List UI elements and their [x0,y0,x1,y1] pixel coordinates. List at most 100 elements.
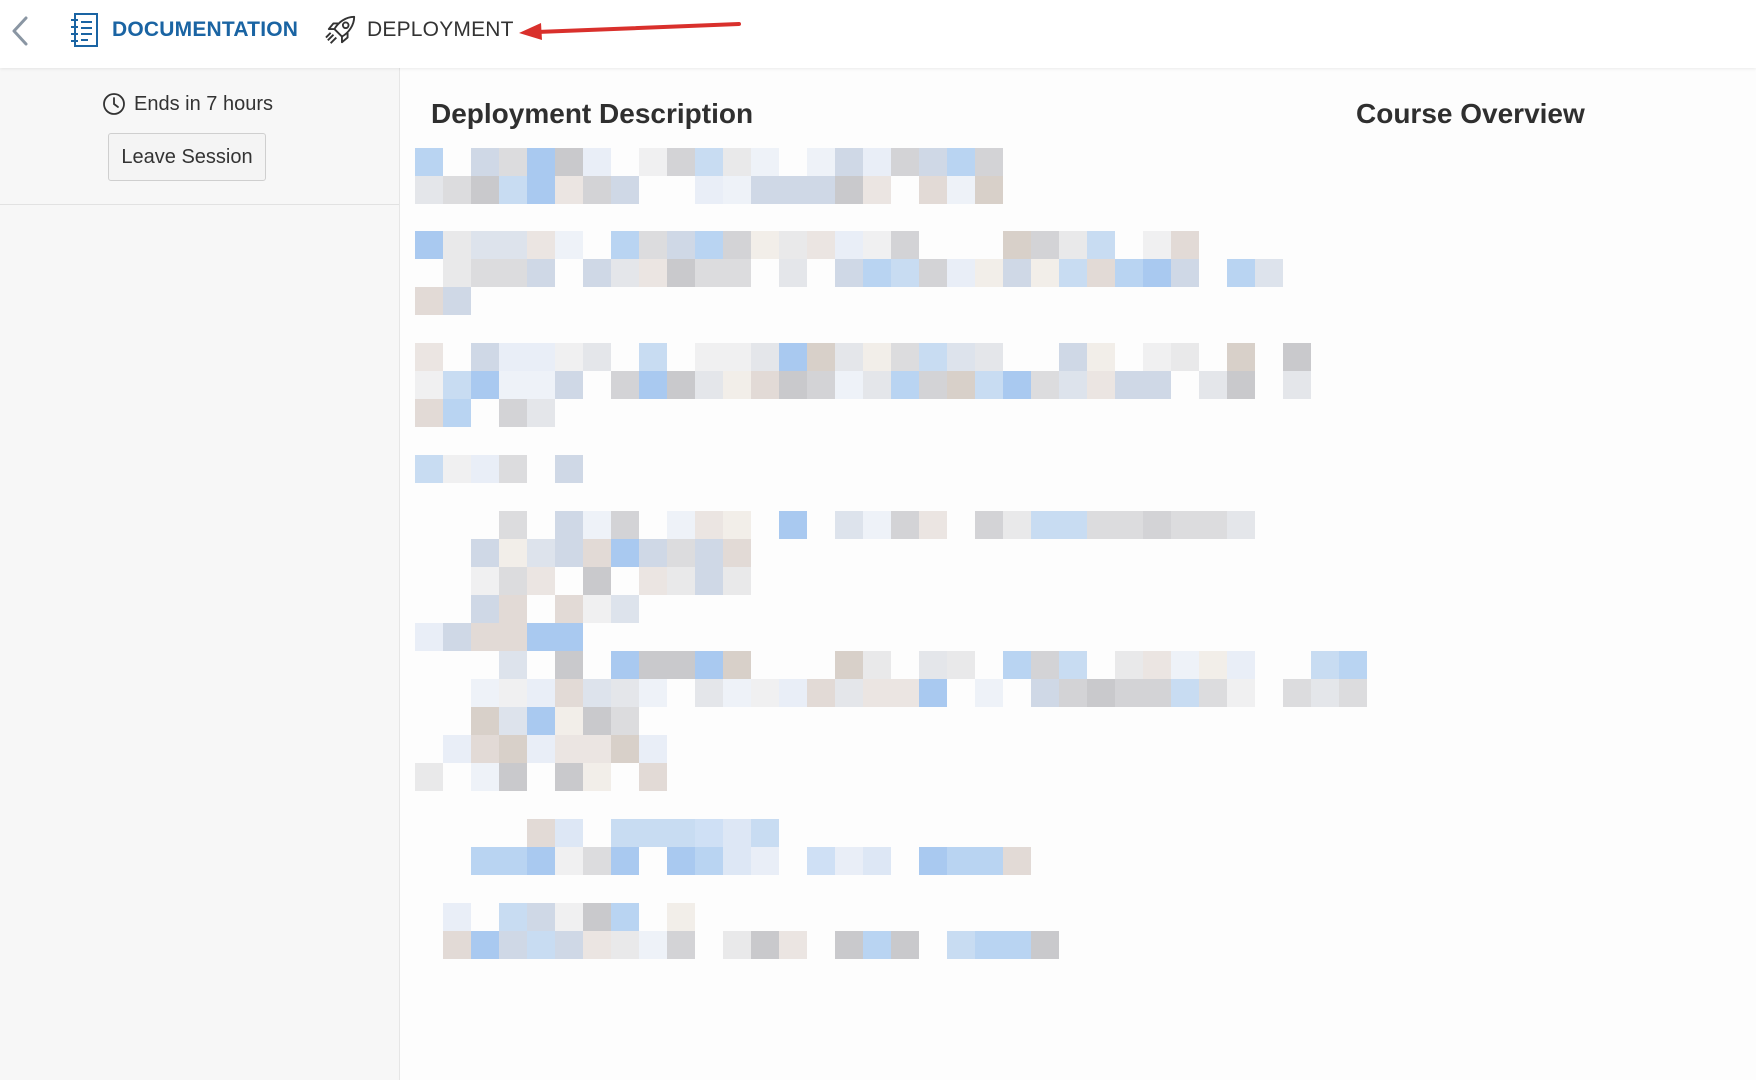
redacted-pixel [751,931,779,959]
redacted-pixel [639,679,667,707]
redacted-pixel [527,259,555,287]
tab-deployment[interactable]: DEPLOYMENT [325,12,514,48]
redacted-pixel [639,651,667,679]
redacted-pixel [471,148,499,176]
back-button[interactable] [6,14,34,48]
redacted-pixel [555,735,583,763]
redacted-pixel [667,539,695,567]
redacted-pixel [1115,651,1143,679]
redacted-pixel [443,735,471,763]
redacted-pixel [723,371,751,399]
redacted-pixel [919,259,947,287]
redacted-pixel [415,623,443,651]
redacted-pixel [555,903,583,931]
redacted-pixel [1031,231,1059,259]
redacted-pixel [723,931,751,959]
redacted-pixel [527,707,555,735]
redacted-pixel [695,679,723,707]
redacted-pixel [527,847,555,875]
redacted-pixel [471,735,499,763]
redacted-pixel [779,371,807,399]
redacted-pixel [443,287,471,315]
redacted-pixel [1087,511,1115,539]
redacted-pixel [667,148,695,176]
redacted-pixel [891,511,919,539]
redacted-pixel [415,148,443,176]
redacted-pixel [639,231,667,259]
redacted-pixel [583,176,611,204]
redacted-pixel [639,343,667,371]
redacted-pixel [415,455,443,483]
redacted-pixel [863,176,891,204]
redacted-pixel [1227,679,1255,707]
redacted-pixel [415,399,443,427]
redacted-pixel [555,511,583,539]
rocket-icon [325,12,357,48]
redacted-pixel [1143,259,1171,287]
redacted-pixel [751,679,779,707]
tab-documentation[interactable]: DOCUMENTATION [70,12,298,48]
redacted-pixel [947,148,975,176]
redacted-pixel [667,847,695,875]
redacted-pixel [499,343,527,371]
redacted-pixel [1003,931,1031,959]
redacted-pixel [835,931,863,959]
redacted-pixel [471,707,499,735]
redacted-pixel [975,176,1003,204]
redacted-pixel [499,399,527,427]
redacted-pixel [947,343,975,371]
redacted-pixel [975,679,1003,707]
redacted-pixel [527,539,555,567]
redacted-pixel [947,259,975,287]
redacted-pixel [891,343,919,371]
redacted-pixel [639,539,667,567]
redacted-pixel [947,931,975,959]
redacted-pixel [471,539,499,567]
redacted-pixel [471,623,499,651]
redacted-pixel [835,176,863,204]
redacted-pixel [1115,259,1143,287]
redacted-pixel [1087,343,1115,371]
redacted-pixel [975,371,1003,399]
redacted-pixel [1255,259,1283,287]
redacted-pixel [611,511,639,539]
redacted-pixel [695,847,723,875]
redacted-pixel [975,931,1003,959]
redacted-pixel [835,231,863,259]
redacted-pixel [555,176,583,204]
redacted-pixel [443,371,471,399]
redacted-pixel [835,148,863,176]
redacted-pixel [807,371,835,399]
leave-session-button[interactable]: Leave Session [108,133,266,181]
redacted-pixel [555,371,583,399]
redacted-pixel [555,343,583,371]
redacted-pixel [611,847,639,875]
redacted-pixel [443,931,471,959]
redacted-pixel [639,819,667,847]
redacted-pixel [723,148,751,176]
redacted-pixel [527,148,555,176]
redacted-pixel [695,539,723,567]
redacted-pixel [583,931,611,959]
redacted-pixel [583,847,611,875]
redacted-pixel [499,931,527,959]
redacted-pixel [1171,231,1199,259]
redacted-pixel [807,148,835,176]
redacted-pixel [555,847,583,875]
redacted-pixel [499,259,527,287]
redacted-pixel [555,763,583,791]
tab-documentation-label: DOCUMENTATION [112,18,299,41]
redacted-pixel [723,819,751,847]
redacted-pixel [1171,651,1199,679]
redacted-pixel [751,231,779,259]
redacted-pixel [1171,679,1199,707]
redacted-pixel [863,651,891,679]
redacted-pixel [947,176,975,204]
redacted-pixel [471,847,499,875]
redacted-pixel [499,847,527,875]
redacted-pixel [1171,511,1199,539]
redacted-pixel [723,679,751,707]
redacted-pixel [499,735,527,763]
redacted-pixel [891,259,919,287]
redacted-pixel [919,343,947,371]
